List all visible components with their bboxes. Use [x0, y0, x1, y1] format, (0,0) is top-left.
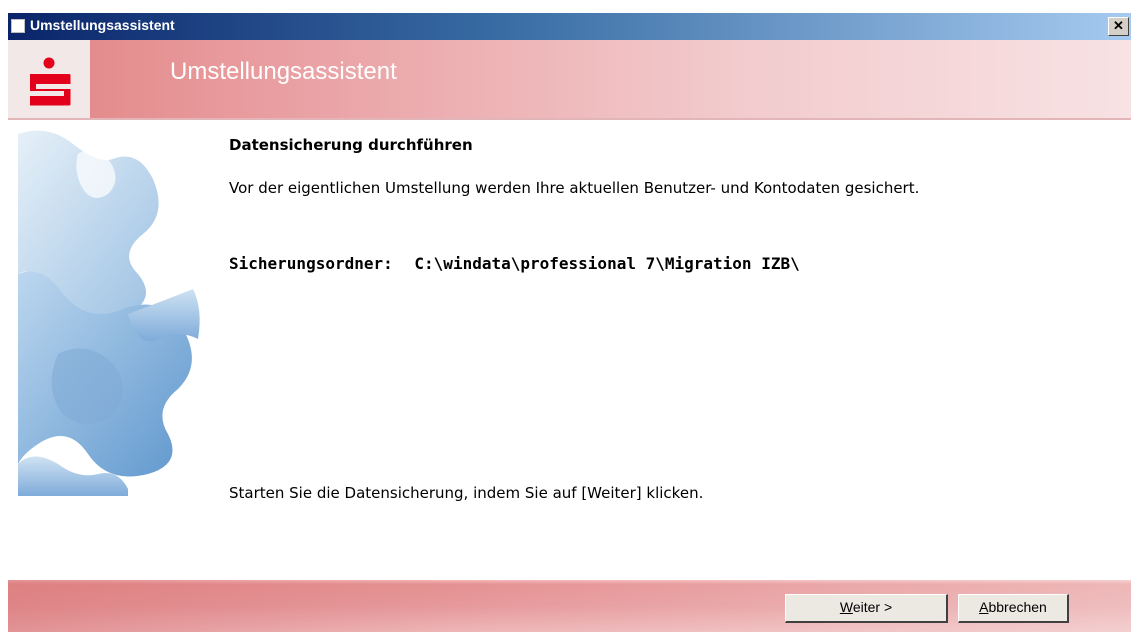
logo-area	[8, 40, 90, 119]
backup-folder-row: Sicherungsordner: C:\windata\professiona…	[229, 254, 800, 273]
window-title: Umstellungsassistent	[30, 17, 175, 33]
title-bar[interactable]: Umstellungsassistent ✕	[8, 13, 1131, 40]
sparkasse-logo-icon	[30, 57, 71, 106]
instruction-text: Starten Sie die Datensicherung, indem Si…	[229, 484, 704, 502]
next-button[interactable]: Weiter >	[785, 594, 948, 623]
puzzle-pieces-image	[18, 124, 203, 496]
cancel-button[interactable]: Abbrechen	[958, 594, 1069, 623]
step-description: Vor der eigentlichen Umstellung werden I…	[229, 179, 920, 197]
step-heading: Datensicherung durchführen	[229, 136, 473, 154]
backup-folder-value: C:\windata\professional 7\Migration IZB\	[414, 254, 800, 273]
header-divider	[8, 118, 1131, 120]
window-icon	[11, 19, 25, 33]
backup-folder-label: Sicherungsordner:	[229, 254, 393, 273]
header-title: Umstellungsassistent	[170, 58, 397, 85]
close-icon: ✕	[1113, 18, 1124, 33]
next-button-mnemonic: W	[839, 599, 853, 615]
wizard-window: Umstellungsassistent ✕ Umstellungsassist…	[0, 0, 1131, 632]
cancel-button-label: bbrechen	[988, 599, 1047, 615]
header-banner: Umstellungsassistent	[8, 40, 1131, 119]
next-button-label: eiter >	[852, 599, 893, 615]
close-button[interactable]: ✕	[1108, 17, 1129, 36]
